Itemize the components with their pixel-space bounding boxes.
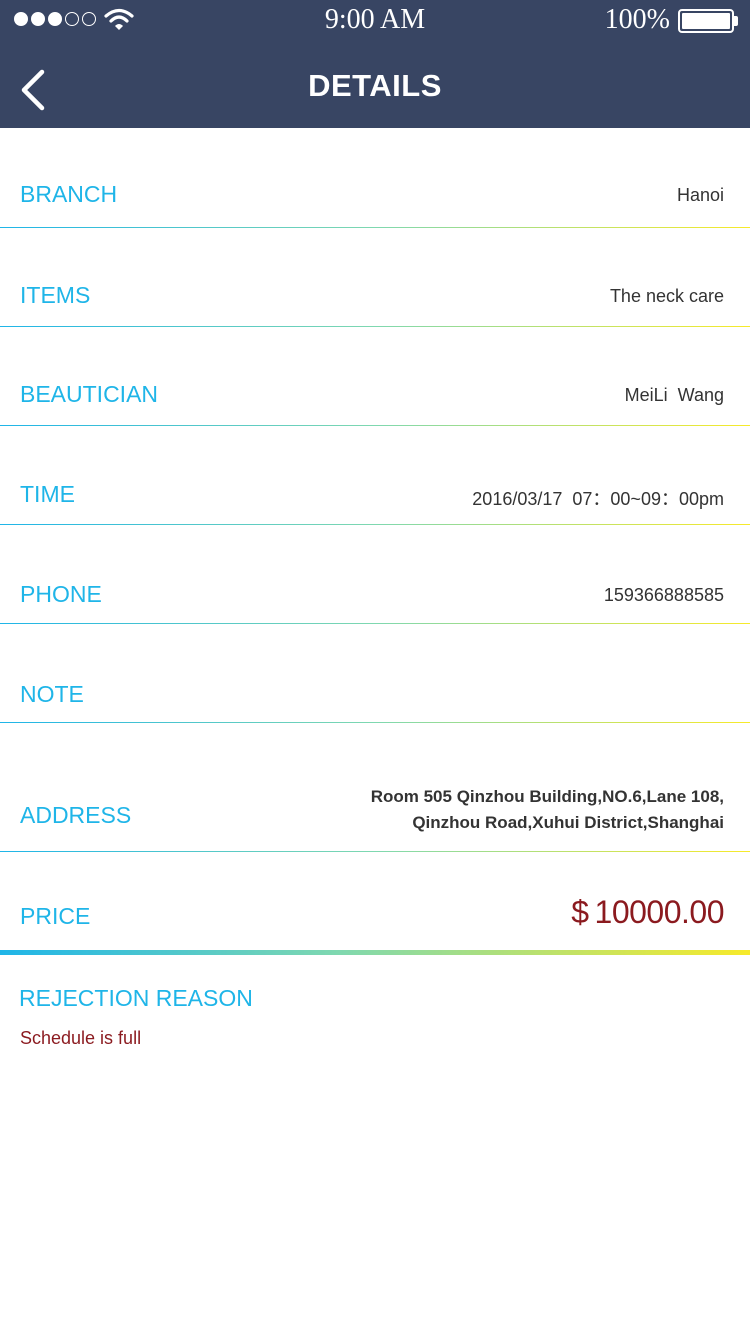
detail-row-address: ADDRESS Room 505 Qinzhou Building,NO.6,L… [0,723,750,852]
detail-row-price: PRICE $10000.00 [0,852,750,950]
detail-row-branch: BRANCH Hanoi [0,128,750,228]
section-divider [0,950,750,955]
branch-value: Hanoi [676,185,724,205]
navigation-bar: DETAILS [0,40,750,128]
price-amount: 10000.00 [594,894,725,930]
rejection-reason-text: Schedule is full [20,1028,142,1048]
detail-row-phone: PHONE 159366888585 [0,525,750,624]
beautician-label: BEAUTICIAN [20,381,159,407]
rejection-reason-title: REJECTION REASON [19,985,253,1011]
app-header: 9:00 AM 100% DETAILS [0,0,750,128]
address-line-1: Room 505 Qinzhou Building,NO.6,Lane 108, [370,787,724,806]
page-title: DETAILS [308,68,442,103]
battery-tip [734,16,738,26]
battery-icon [678,9,734,33]
price-label: PRICE [20,903,91,929]
phone-label: PHONE [20,581,102,607]
items-label: ITEMS [20,282,91,308]
currency-symbol: $ [571,894,589,930]
address-value: Room 505 Qinzhou Building,NO.6,Lane 108,… [371,784,724,836]
note-label: NOTE [20,681,84,707]
time-value: 2016/03/17 07：00~09：00pm [472,489,724,509]
address-line-2: Qinzhou Road,Xuhui District,Shanghai [412,813,724,832]
detail-row-items: ITEMS The neck care [0,228,750,327]
detail-row-time: TIME 2016/03/17 07：00~09：00pm [0,426,750,525]
beautician-value: MeiLi Wang [624,385,724,405]
phone-value[interactable]: 159366888585 [604,585,724,606]
battery-percent: 100% [604,4,670,35]
detail-row-note: NOTE [0,624,750,723]
price-value: $10000.00 [571,894,724,931]
branch-label: BRANCH [20,181,118,207]
items-value: The neck care [609,286,724,306]
time-label: TIME [20,481,75,507]
detail-row-beautician: BEAUTICIAN MeiLi Wang [0,327,750,426]
address-label: ADDRESS [20,802,132,828]
status-bar: 9:00 AM 100% [0,0,750,40]
